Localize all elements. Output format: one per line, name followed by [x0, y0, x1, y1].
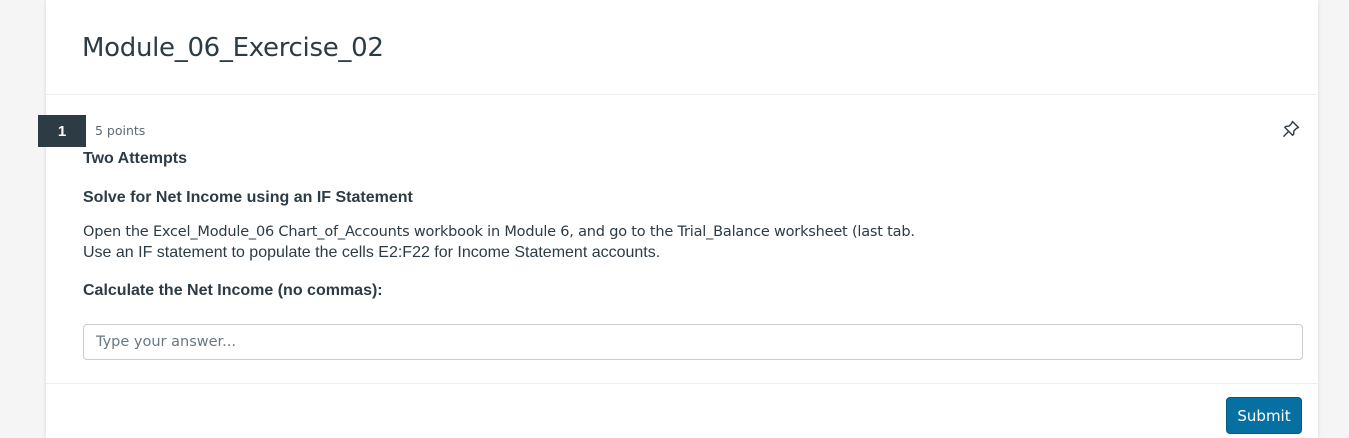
- pin-icon[interactable]: [1281, 119, 1301, 139]
- footer-divider: [46, 383, 1318, 384]
- submit-button[interactable]: Submit: [1226, 397, 1302, 434]
- question-points: 5 points: [95, 123, 146, 138]
- attempts-label: Two Attempts: [83, 150, 187, 167]
- answer-input[interactable]: [83, 324, 1303, 360]
- instruction-line-1: Open the Excel_Module_06 Chart_of_Accoun…: [83, 224, 915, 240]
- instruction-line-2: Use an IF statement to populate the cell…: [83, 244, 661, 261]
- question-heading: Solve for Net Income using an IF Stateme…: [83, 189, 413, 206]
- quiz-card: Module_06_Exercise_02: [46, 0, 1318, 438]
- page-title: Module_06_Exercise_02: [82, 33, 384, 63]
- title-divider: [46, 94, 1318, 95]
- question-prompt: Calculate the Net Income (no commas):: [83, 282, 383, 299]
- question-number-badge: 1: [38, 115, 86, 147]
- pin-icon-graphic: [1283, 120, 1300, 137]
